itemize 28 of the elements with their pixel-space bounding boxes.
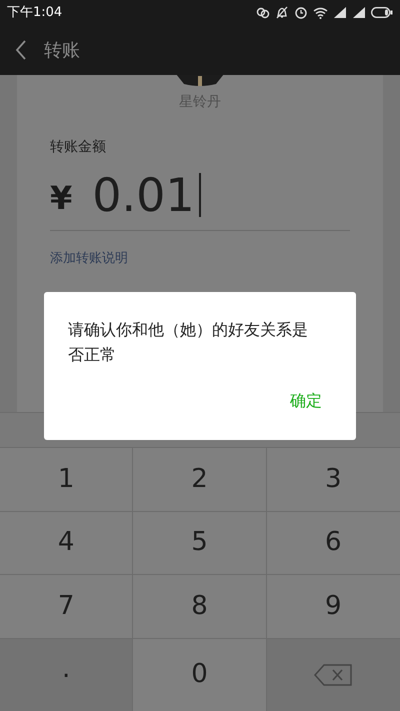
add-note-link[interactable]: 添加转账说明 <box>50 249 128 268</box>
alarm-icon <box>294 6 308 19</box>
digit-key[interactable]: 1 <box>0 447 134 510</box>
digit-key[interactable]: 4 <box>0 510 134 574</box>
signal-icon <box>352 7 366 18</box>
digit-key[interactable]: 3 <box>266 447 400 510</box>
dialog-message: 请确认你和他（她）的好友关系是否正常 <box>68 319 309 366</box>
digit-key[interactable]: 9 <box>266 574 400 638</box>
link-icon <box>256 6 270 18</box>
digit-key[interactable]: 0 <box>133 638 267 711</box>
signal-icon <box>333 7 347 18</box>
status-time: 下午1:04 <box>7 4 62 22</box>
text-cursor <box>198 173 201 217</box>
digit-key[interactable]: 7 <box>0 574 134 638</box>
digit-key[interactable]: 2 <box>133 447 267 510</box>
amount-label: 转账金额 <box>50 138 106 157</box>
amount-field[interactable]: ¥ 0.01 <box>50 172 350 231</box>
decimal-key[interactable]: . <box>0 638 134 711</box>
bell-muted-icon <box>275 6 289 19</box>
confirm-button[interactable]: 确定 <box>290 389 322 413</box>
wifi-icon <box>313 6 328 18</box>
digit-key[interactable]: 6 <box>266 510 400 574</box>
page-title: 转账 <box>44 38 80 62</box>
digit-key[interactable]: 8 <box>133 574 267 638</box>
back-icon[interactable] <box>15 40 27 60</box>
backspace-icon <box>314 664 352 686</box>
digit-key[interactable]: 5 <box>133 510 267 574</box>
battery-icon <box>371 7 393 18</box>
